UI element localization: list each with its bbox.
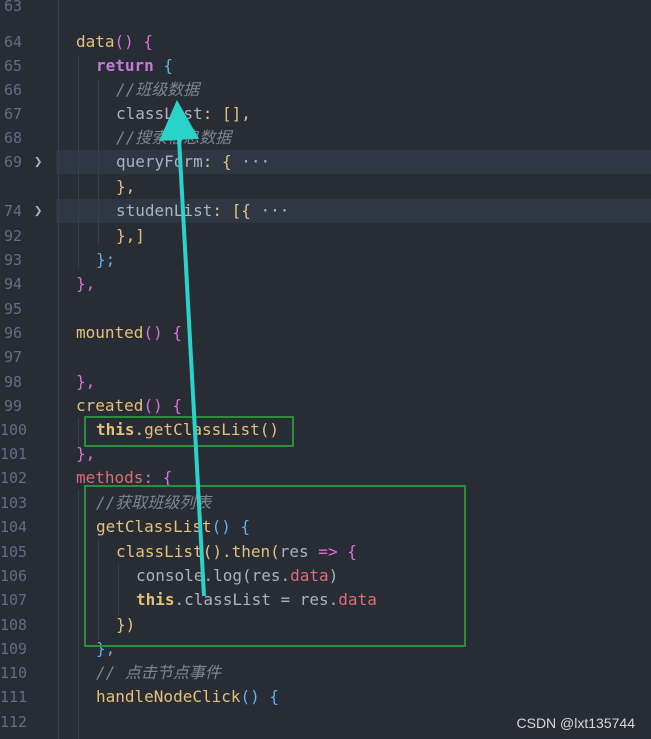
code-editor[interactable]: 63 64 65 66 67 68 69 74 92 93 94 95 96 97 98 99 100 101 10… bbox=[0, 0, 651, 739]
annotation-arrow bbox=[159, 100, 206, 597]
arrow-line bbox=[159, 100, 206, 597]
watermark: CSDN @lxt135744 bbox=[516, 715, 636, 731]
